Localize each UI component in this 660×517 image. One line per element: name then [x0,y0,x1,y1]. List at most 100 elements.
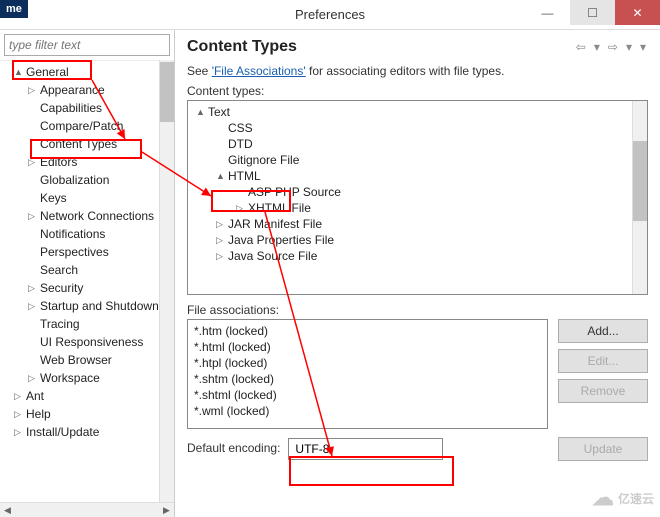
file-association-item[interactable]: *.wml (locked) [194,403,541,419]
expand-icon[interactable]: ▷ [14,427,24,438]
collapse-icon[interactable]: ▲ [196,107,206,117]
file-associations-list[interactable]: *.htm (locked)*.html (locked)*.htpl (loc… [187,319,548,429]
tree-item[interactable]: ▷Notifications [0,225,174,243]
maximize-button[interactable]: ☐ [570,0,615,25]
tree-item[interactable]: ▷Help [0,405,174,423]
tree-item[interactable]: ▷Globalization [0,171,174,189]
collapse-icon[interactable]: ▲ [14,67,24,77]
content-type-item[interactable]: ▷Java Properties File [188,232,647,248]
file-association-item[interactable]: *.shtm (locked) [194,371,541,387]
content-type-label: Java Source File [228,249,317,263]
tree-item[interactable]: ▷Security [0,279,174,297]
window-controls: — ☐ ✕ [525,0,660,25]
file-association-item[interactable]: *.shtml (locked) [194,387,541,403]
expand-icon[interactable]: ▷ [28,373,38,384]
back-icon[interactable]: ⇦ [574,40,588,54]
scroll-left-icon[interactable]: ◀ [0,503,15,517]
tree-item[interactable]: ▷Compare/Patch [0,117,174,135]
scroll-right-icon[interactable]: ▶ [159,503,174,517]
content-types-tree-wrap: ▲Text▷CSS▷DTD▷Gitignore File▲HTML▷ASP PH… [187,100,648,295]
tree-item-label: UI Responsiveness [40,335,143,349]
expand-icon[interactable]: ▷ [216,219,226,230]
file-association-item[interactable]: *.html (locked) [194,339,541,355]
tree-item-label: Editors [40,155,77,169]
content-type-item[interactable]: ▷XHTML File [188,200,647,216]
tree-item[interactable]: ▷UI Responsiveness [0,333,174,351]
content-type-label: ASP PHP Source [248,185,341,199]
tree-item-label: Search [40,263,78,277]
expand-icon[interactable]: ▷ [28,157,38,168]
forward-icon[interactable]: ⇨ [606,40,620,54]
tree-item[interactable]: ▷Web Browser [0,351,174,369]
tree-item-label: Network Connections [40,209,154,223]
collapse-icon[interactable]: ▲ [216,171,226,181]
content-type-item[interactable]: ▷Gitignore File [188,152,647,168]
content-type-label: HTML [228,169,261,183]
cloud-icon: ☁ [592,485,614,511]
content-type-item[interactable]: ▲HTML [188,168,647,184]
tree-item[interactable]: ▷Tracing [0,315,174,333]
content-types-scrollbar[interactable] [632,101,647,294]
tree-item[interactable]: ▷Perspectives [0,243,174,261]
expand-icon[interactable]: ▷ [14,409,24,420]
add-button[interactable]: Add... [558,319,648,343]
expand-icon[interactable]: ▷ [28,301,38,312]
close-button[interactable]: ✕ [615,0,660,25]
file-associations-link[interactable]: 'File Associations' [212,64,306,78]
content-type-item[interactable]: ▷DTD [188,136,647,152]
filter-input[interactable] [4,34,170,56]
expand-icon[interactable]: ▷ [28,211,38,222]
tree-item-label: Startup and Shutdown [40,299,159,313]
file-association-item[interactable]: *.htpl (locked) [194,355,541,371]
sidebar-hscroll[interactable]: ◀ ▶ [0,502,174,517]
expand-icon[interactable]: ▷ [14,391,24,402]
edit-button[interactable]: Edit... [558,349,648,373]
content-type-item[interactable]: ▷ASP PHP Source [188,184,647,200]
expand-icon[interactable]: ▷ [216,235,226,246]
tree-item[interactable]: ▷Network Connections [0,207,174,225]
remove-button[interactable]: Remove [558,379,648,403]
update-button[interactable]: Update [558,437,648,461]
content-type-item[interactable]: ▷JAR Manifest File [188,216,647,232]
tree-item-label: Capabilities [40,101,102,115]
file-association-item[interactable]: *.htm (locked) [194,323,541,339]
page-title: Content Types [187,38,297,56]
tree-item[interactable]: ▷Keys [0,189,174,207]
tree-item-label: Appearance [40,83,105,97]
tree-item-label: Workspace [40,371,100,385]
content-types-tree[interactable]: ▲Text▷CSS▷DTD▷Gitignore File▲HTML▷ASP PH… [188,101,647,294]
file-associations-label: File associations: [187,303,648,317]
titlebar: me Preferences — ☐ ✕ [0,0,660,30]
tree-item[interactable]: ▷Content Types [0,135,174,153]
sidebar-scrollbar[interactable] [159,60,174,502]
tree-item-label: Help [26,407,51,421]
tree-item-label: Perspectives [40,245,109,259]
tree-item[interactable]: ▷Startup and Shutdown [0,297,174,315]
tree-item[interactable]: ▷Editors [0,153,174,171]
tree-item[interactable]: ▷Capabilities [0,99,174,117]
expand-icon[interactable]: ▷ [216,251,226,262]
description: See 'File Associations' for associating … [187,64,648,78]
tree-item[interactable]: ▷Workspace [0,369,174,387]
menu-icon[interactable]: ▾ [638,40,648,54]
tree-item-label: Globalization [40,173,109,187]
tree-item-label: Ant [26,389,44,403]
watermark: ☁ 亿速云 [592,485,654,511]
minimize-button[interactable]: — [525,0,570,25]
content-type-item[interactable]: ▷Java Source File [188,248,647,264]
tree-item-label: Notifications [40,227,105,241]
tree-item[interactable]: ▷Install/Update [0,423,174,441]
tree-item[interactable]: ▷Ant [0,387,174,405]
tree-item[interactable]: ▷Appearance [0,81,174,99]
tree-item[interactable]: ▲General [0,63,174,81]
preferences-tree[interactable]: ▲General▷Appearance▷Capabilities▷Compare… [0,61,174,502]
tree-item[interactable]: ▷Search [0,261,174,279]
expand-icon[interactable]: ▷ [28,283,38,294]
content-type-item[interactable]: ▲Text [188,104,647,120]
expand-icon[interactable]: ▷ [28,85,38,96]
content-type-label: CSS [228,121,253,135]
encoding-input[interactable] [288,438,443,460]
content-type-item[interactable]: ▷CSS [188,120,647,136]
expand-icon[interactable]: ▷ [236,203,246,214]
tree-item-label: Content Types [40,137,117,151]
